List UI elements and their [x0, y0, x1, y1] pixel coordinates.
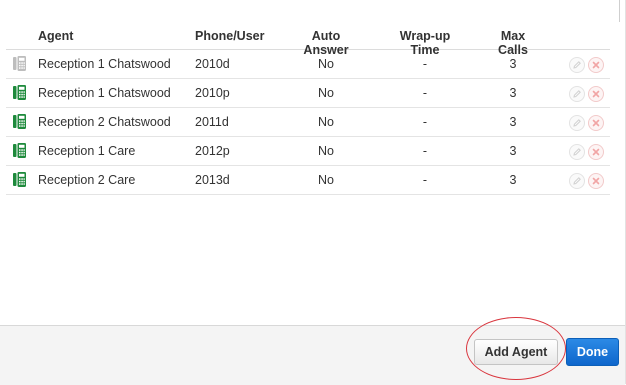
phone-user: 2010p	[195, 86, 230, 100]
x-circle-icon[interactable]	[588, 86, 604, 102]
agent-name: Reception 2 Care	[38, 173, 136, 187]
agent-name: Reception 2 Chatswood	[38, 115, 171, 129]
pencil-icon[interactable]	[569, 173, 585, 189]
column-header-phone-user[interactable]: Phone/User	[195, 29, 264, 43]
wrap-up-time-value: -	[422, 115, 428, 129]
desk-phone-icon	[13, 56, 26, 71]
auto-answer-value: No	[318, 115, 334, 129]
auto-answer-value: No	[318, 86, 334, 100]
pencil-icon[interactable]	[569, 86, 585, 102]
agent-name: Reception 1 Chatswood	[38, 57, 171, 71]
desk-phone-icon	[13, 143, 26, 158]
x-circle-icon[interactable]	[588, 57, 604, 73]
table-header: Agent Phone/User Auto Answer Wrap-up Tim…	[6, 22, 610, 57]
wrap-up-time-value: -	[422, 57, 428, 71]
panel-corner-divider	[619, 0, 620, 22]
wrap-up-time-value: -	[422, 144, 428, 158]
desk-phone-icon	[13, 114, 26, 129]
agent-name: Reception 1 Care	[38, 144, 136, 158]
max-calls-value: 3	[509, 57, 517, 71]
max-calls-value: 3	[509, 144, 517, 158]
agents-table: Agent Phone/User Auto Answer Wrap-up Tim…	[6, 22, 610, 195]
phone-user: 2011d	[195, 115, 229, 129]
table-row[interactable]: Reception 2 Chatswood 2011d No - 3	[6, 108, 610, 137]
pencil-icon[interactable]	[569, 144, 585, 160]
add-agent-button[interactable]: Add Agent	[474, 339, 558, 365]
desk-phone-icon	[13, 172, 26, 187]
phone-user: 2012p	[195, 144, 230, 158]
max-calls-value: 3	[509, 86, 517, 100]
done-button[interactable]: Done	[566, 338, 619, 366]
table-row[interactable]: Reception 1 Chatswood 2010p No - 3	[6, 79, 610, 108]
auto-answer-value: No	[318, 144, 334, 158]
pencil-icon[interactable]	[569, 115, 585, 131]
table-body: Reception 1 Chatswood 2010d No -3 Reception …	[6, 50, 610, 195]
wrap-up-time-value: -	[422, 86, 428, 100]
auto-answer-value: No	[318, 173, 334, 187]
max-calls-value: 3	[509, 115, 517, 129]
desk-phone-icon	[13, 85, 26, 100]
phone-user: 2010d	[195, 57, 230, 71]
max-calls-value: 3	[509, 173, 517, 187]
table-row[interactable]: Reception 1 Chatswood 2010d No - 3	[6, 50, 610, 79]
column-header-agent[interactable]: Agent	[38, 29, 73, 43]
table-row[interactable]: Reception 1 Care 2012p No - 3	[6, 137, 610, 166]
pencil-icon[interactable]	[569, 57, 585, 73]
agent-name: Reception 1 Chatswood	[38, 86, 171, 100]
wrap-up-time-value: -	[422, 173, 428, 187]
x-circle-icon[interactable]	[588, 173, 604, 189]
x-circle-icon[interactable]	[588, 144, 604, 160]
phone-user: 2013d	[195, 173, 230, 187]
auto-answer-value: No	[318, 57, 334, 71]
x-circle-icon[interactable]	[588, 115, 604, 131]
table-row[interactable]: Reception 2 Care 2013d No - 3	[6, 166, 610, 195]
